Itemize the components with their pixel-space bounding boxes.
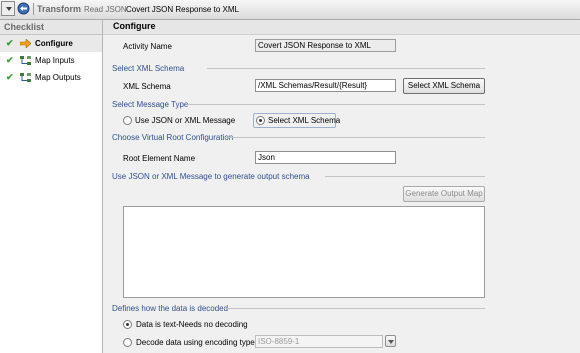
arrow-right-icon — [20, 39, 31, 48]
check-icon: ✔ — [6, 38, 14, 48]
checklist-header: Checklist — [0, 20, 102, 35]
activity-name-field[interactable]: Covert JSON Response to XML — [255, 39, 396, 52]
activity-name-title: Covert JSON Response to XML — [126, 5, 239, 14]
check-icon: ✔ — [6, 55, 14, 65]
checklist-item-label: Map Outputs — [35, 73, 81, 82]
json-xml-message-textarea[interactable] — [123, 206, 485, 298]
section-divider — [187, 104, 485, 105]
radio-json-xml-message[interactable] — [123, 116, 132, 125]
section-title-xml-schema: Select XML Schema — [112, 64, 185, 73]
section-title-decode: Defines how the data is decoded — [112, 304, 229, 313]
radio-text-no-decoding-label: Data is text-Needs no decoding — [136, 320, 248, 329]
radio-decode-encoding[interactable] — [123, 338, 132, 347]
generate-output-map-button[interactable]: Generate Output Map — [403, 186, 485, 202]
root-element-name-field[interactable]: Json — [255, 151, 396, 164]
title-bar: Transform Read JSON Covert JSON Response… — [0, 0, 580, 20]
radio-decode-encoding-label: Decode data using encoding type: — [136, 338, 257, 347]
transform-icon — [17, 2, 30, 15]
title-separator — [33, 3, 34, 15]
checklist-item-map-inputs[interactable]: ✔ Map Inputs — [0, 52, 102, 69]
map-icon — [20, 56, 31, 65]
checklist-item-map-outputs[interactable]: ✔ Map Outputs — [0, 69, 102, 86]
checklist-item-label: Map Inputs — [35, 56, 75, 65]
check-icon: ✔ — [6, 72, 14, 82]
configure-header: Configure — [103, 20, 580, 35]
section-divider — [207, 68, 485, 69]
menu-dropdown-button[interactable] — [1, 1, 15, 16]
chevron-down-icon[interactable] — [385, 335, 396, 347]
root-element-name-label: Root Element Name — [123, 154, 196, 163]
radio-select-xml-schema-label: Select XML Schema — [268, 116, 341, 125]
activity-type-title: Transform — [37, 4, 82, 14]
section-title-virtual-root: Choose Virtual Root Configuration — [112, 133, 234, 142]
encoding-type-field[interactable]: ISO-8859-1 — [255, 335, 383, 348]
xml-schema-field[interactable]: /XML Schemas/Result/{Result} — [255, 79, 396, 92]
radio-select-xml-schema[interactable] — [256, 116, 265, 125]
select-xml-schema-button[interactable]: Select XML Schema — [403, 78, 485, 94]
checklist-item-label: Configure — [35, 39, 73, 48]
activity-subtitle: Read JSON — [84, 5, 127, 14]
page-title: Configure — [113, 21, 156, 31]
configure-panel: Configure Activity Name Covert JSON Resp… — [103, 20, 580, 353]
section-divider — [223, 308, 485, 309]
xml-schema-label: XML Schema — [123, 82, 171, 91]
checklist-item-configure[interactable]: ✔ Configure — [0, 35, 102, 52]
section-divider — [325, 176, 485, 177]
radio-text-no-decoding[interactable] — [123, 320, 132, 329]
checklist-panel: Checklist ✔ Configure ✔ Map Inputs ✔ Map… — [0, 20, 103, 353]
section-title-output-schema: Use JSON or XML Message to generate outp… — [112, 172, 310, 181]
radio-json-xml-message-label: Use JSON or XML Message — [135, 116, 236, 125]
map-icon — [20, 73, 31, 82]
section-divider — [225, 137, 485, 138]
section-title-message-type: Select Message Type — [112, 100, 189, 109]
activity-name-label: Activity Name — [123, 42, 172, 51]
